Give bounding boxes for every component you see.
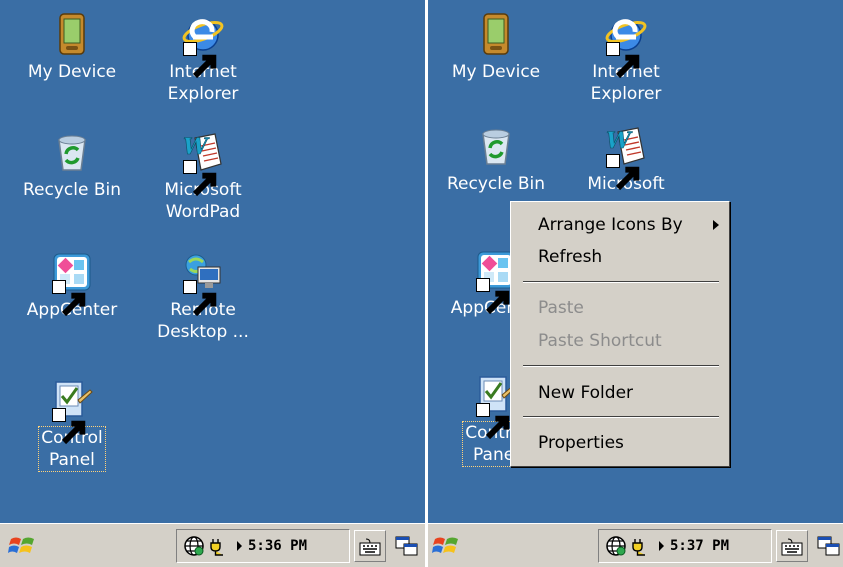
- menu-item-label: Arrange Icons By: [538, 215, 683, 235]
- keyboard-icon: [780, 535, 804, 557]
- wordpad-icon: [181, 130, 225, 174]
- tray-expand-arrow-icon[interactable]: [237, 541, 242, 551]
- shortcut-arrow-icon: [52, 408, 66, 422]
- menu-item-new-folder[interactable]: New Folder: [511, 378, 729, 408]
- clock[interactable]: 5:36 PM: [248, 538, 307, 554]
- menu-separator: [523, 416, 719, 418]
- tray-expand-arrow-icon[interactable]: [659, 541, 664, 551]
- menu-item-label: Properties: [538, 433, 624, 453]
- desktop-context-menu: Arrange Icons By Refresh Paste Paste Sho…: [510, 201, 730, 467]
- task-switch-button[interactable]: [391, 530, 423, 562]
- menu-item-label: Paste: [538, 298, 584, 318]
- menu-item-label: New Folder: [538, 383, 634, 403]
- menu-item-properties[interactable]: Properties: [511, 428, 729, 458]
- recycle-bin-shortcut[interactable]: Recycle Bin: [12, 130, 132, 201]
- appcenter-shortcut[interactable]: AppCenter: [12, 250, 132, 321]
- remote-desktop-shortcut[interactable]: RemoteDesktop ...: [143, 250, 263, 343]
- wordpad-shortcut[interactable]: Microsoft: [566, 124, 686, 195]
- recycle-bin-icon: [474, 124, 518, 168]
- shortcut-arrow-icon: [606, 154, 620, 168]
- windows-flag-icon: [8, 533, 36, 559]
- recycle-bin-shortcut[interactable]: Recycle Bin: [436, 124, 556, 195]
- shortcut-arrow-icon: [606, 42, 620, 56]
- keyboard-icon: [358, 535, 382, 557]
- system-tray: 5:37 PM: [598, 529, 772, 563]
- shortcut-arrow-icon: [183, 160, 197, 174]
- windows-cascade-icon: [817, 535, 841, 557]
- wordpad-shortcut[interactable]: MicrosoftWordPad: [143, 130, 263, 223]
- taskbar: 5:36 PM: [0, 523, 425, 567]
- windows-flag-icon: [432, 533, 460, 559]
- network-globe-icon[interactable]: [605, 535, 627, 557]
- shortcut-arrow-icon: [52, 280, 66, 294]
- recycle-bin-icon: [50, 130, 94, 174]
- menu-item-label: Refresh: [538, 247, 603, 267]
- menu-item-refresh[interactable]: Refresh: [511, 242, 729, 272]
- taskbar: 5:37 PM: [428, 523, 843, 567]
- power-plug-icon[interactable]: [209, 535, 231, 557]
- pda-device-icon: [50, 12, 94, 56]
- menu-separator: [523, 365, 719, 367]
- start-button[interactable]: [432, 533, 460, 559]
- desktop-left[interactable]: My Device InternetExplorer Recycle Bin M…: [0, 0, 425, 567]
- shortcut-arrow-icon: [476, 403, 490, 417]
- internet-explorer-icon: [181, 12, 225, 56]
- icon-label: Recycle Bin: [22, 180, 121, 200]
- submenu-arrow-icon: [713, 220, 719, 230]
- keyboard-button[interactable]: [354, 530, 386, 562]
- menu-separator: [523, 281, 719, 283]
- control-panel-icon: [50, 378, 94, 422]
- keyboard-button[interactable]: [776, 530, 808, 562]
- pda-device-icon: [474, 12, 518, 56]
- menu-item-label: Paste Shortcut: [538, 331, 662, 351]
- my-device-shortcut[interactable]: My Device: [436, 12, 556, 83]
- internet-explorer-icon: [604, 12, 648, 56]
- shortcut-arrow-icon: [476, 278, 490, 292]
- icon-label: Recycle Bin: [446, 174, 545, 194]
- system-tray: 5:36 PM: [176, 529, 350, 563]
- icon-label: My Device: [27, 62, 117, 82]
- icon-label: My Device: [451, 62, 541, 82]
- wordpad-icon: [604, 124, 648, 168]
- network-globe-icon[interactable]: [183, 535, 205, 557]
- control-panel-shortcut[interactable]: ControlPanel: [12, 378, 132, 472]
- internet-explorer-shortcut[interactable]: InternetExplorer: [143, 12, 263, 105]
- menu-item-arrange-icons[interactable]: Arrange Icons By: [511, 210, 729, 240]
- menu-item-paste: Paste: [511, 293, 729, 323]
- shortcut-arrow-icon: [183, 280, 197, 294]
- clock[interactable]: 5:37 PM: [670, 538, 729, 554]
- appcenter-icon: [50, 250, 94, 294]
- task-switch-button[interactable]: [813, 530, 843, 562]
- start-button[interactable]: [8, 533, 36, 559]
- menu-item-paste-shortcut: Paste Shortcut: [511, 326, 729, 356]
- my-device-shortcut[interactable]: My Device: [12, 12, 132, 83]
- power-plug-icon[interactable]: [631, 535, 653, 557]
- remote-desktop-icon: [181, 250, 225, 294]
- internet-explorer-shortcut[interactable]: InternetExplorer: [566, 12, 686, 105]
- shortcut-arrow-icon: [183, 42, 197, 56]
- windows-cascade-icon: [395, 535, 419, 557]
